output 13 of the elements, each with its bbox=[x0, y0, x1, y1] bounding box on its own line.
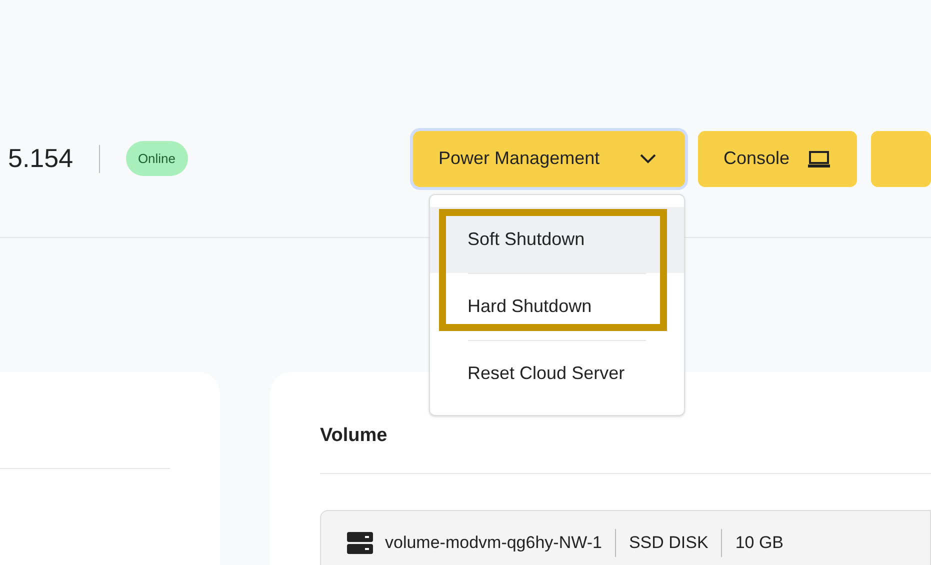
menu-item[interactable]: Reset Cloud Server bbox=[430, 340, 684, 406]
laptop-icon bbox=[807, 148, 831, 168]
chevron-icon bbox=[638, 152, 657, 164]
power-management-button[interactable]: Power Management bbox=[412, 130, 685, 186]
status-badge: Online bbox=[126, 140, 188, 176]
volume-type: SSD DISK bbox=[628, 532, 708, 554]
volume-name: volume-modvm-qg6hy-NW-1 bbox=[385, 532, 602, 554]
server-ip: 5.154 bbox=[8, 142, 74, 175]
action-button[interactable] bbox=[871, 130, 931, 186]
volume-size: 10 GB bbox=[735, 532, 784, 554]
volume-title: Volume bbox=[320, 424, 388, 448]
console-button[interactable]: Console bbox=[698, 130, 857, 186]
server-icon bbox=[347, 530, 373, 554]
